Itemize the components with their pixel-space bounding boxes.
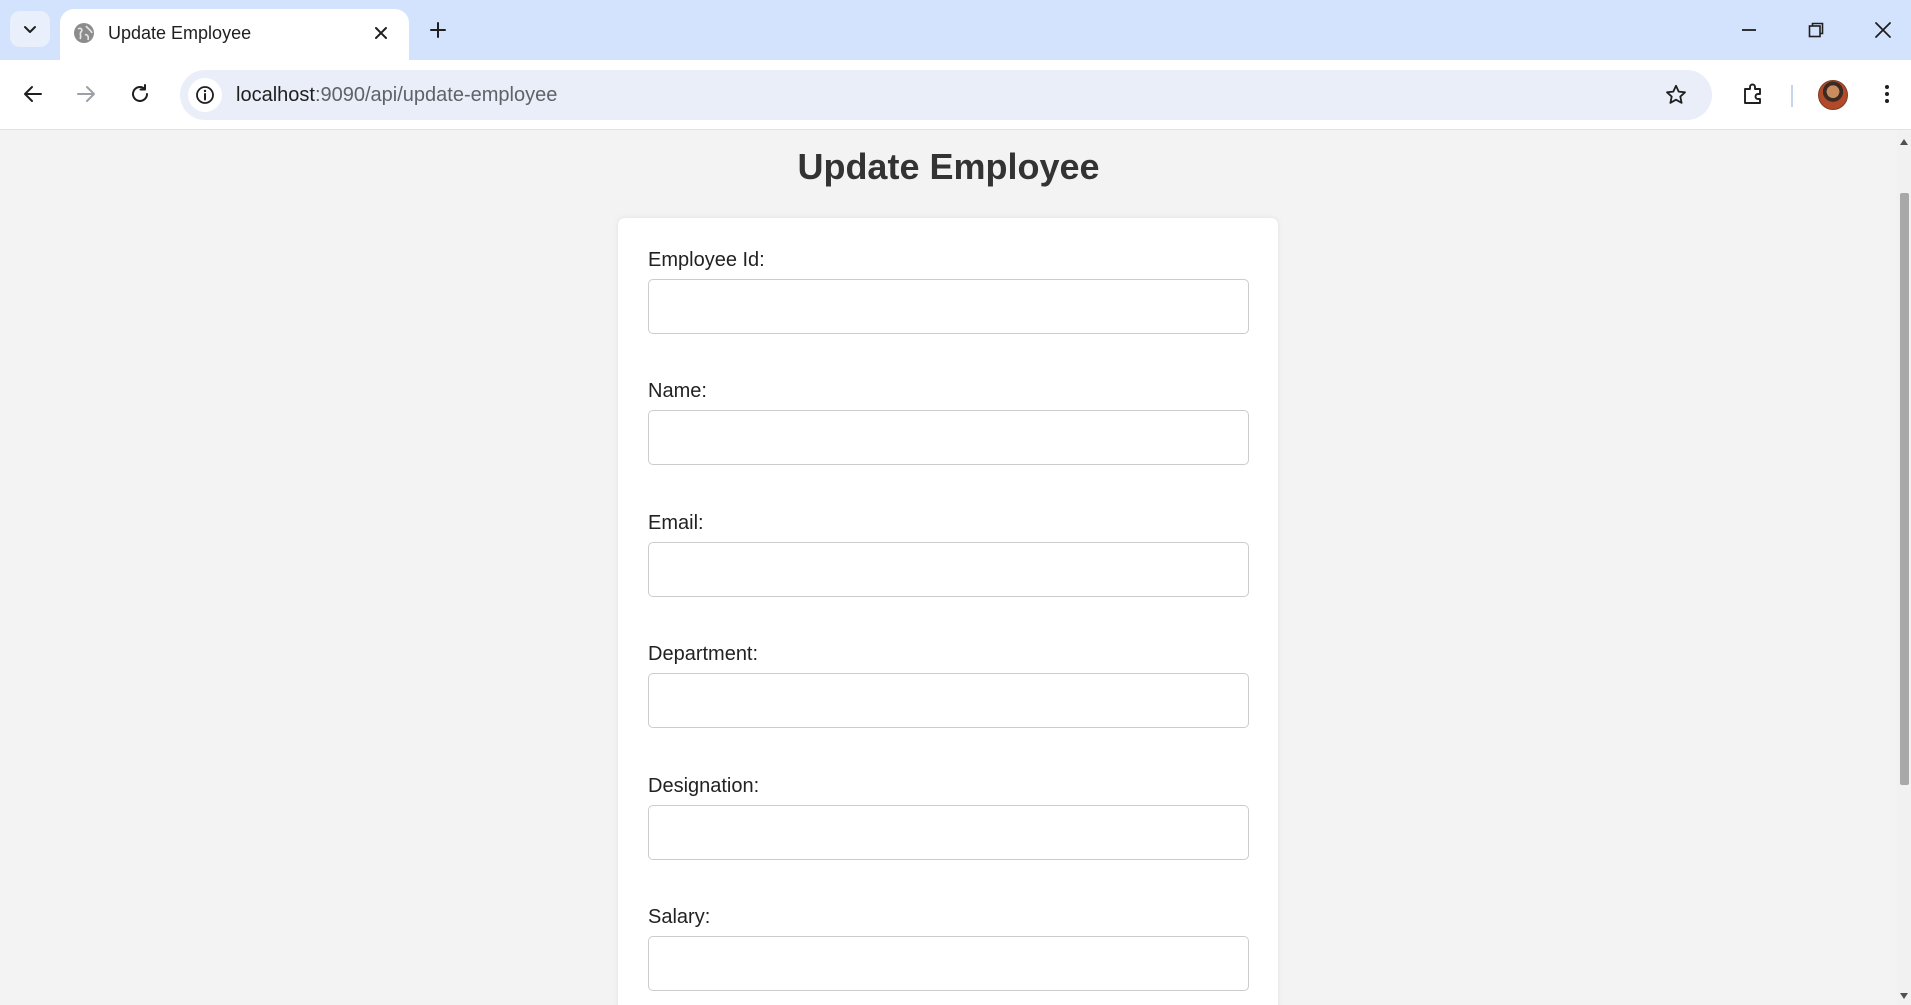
department-input[interactable] <box>648 673 1249 728</box>
email-input[interactable] <box>648 542 1249 597</box>
caret-up-icon <box>1900 139 1908 145</box>
chevron-down-icon <box>24 26 36 33</box>
minimize-icon <box>1742 29 1756 31</box>
close-window-button[interactable] <box>1855 8 1911 52</box>
more-vert-icon <box>1885 85 1889 103</box>
new-tab-button[interactable] <box>420 12 456 48</box>
browser-menu-button[interactable] <box>1867 74 1907 114</box>
salary-label: Salary: <box>648 906 711 928</box>
site-info-button[interactable] <box>188 78 222 112</box>
scrollbar-thumb[interactable] <box>1900 193 1909 785</box>
url-text[interactable]: localhost:9090/api/update-employee <box>236 83 557 107</box>
page-viewport: Update Employee Employee Id: Name: Email… <box>0 131 1897 1005</box>
arrow-left-icon <box>24 86 42 102</box>
page-scrollbar[interactable] <box>1897 131 1911 1005</box>
bookmark-button[interactable] <box>1662 81 1690 109</box>
employee-id-input[interactable] <box>648 279 1249 334</box>
page-title: Update Employee <box>797 146 1100 187</box>
email-label: Email: <box>648 512 704 534</box>
tab-title: Update Employee <box>108 23 252 43</box>
address-bar[interactable]: localhost:9090/api/update-employee <box>180 70 1712 120</box>
url-path: :9090/api/update-employee <box>314 84 558 106</box>
forward-button[interactable] <box>66 74 106 114</box>
scroll-down-arrow[interactable] <box>1899 991 1909 1001</box>
url-host: localhost <box>236 84 315 106</box>
reload-button[interactable] <box>120 74 160 114</box>
plus-icon <box>430 22 446 38</box>
update-employee-form: Employee Id: Name: Email: Department: De… <box>618 218 1278 1005</box>
puzzle-icon <box>1744 83 1761 104</box>
designation-label: Designation: <box>648 775 760 797</box>
back-button[interactable] <box>13 74 53 114</box>
info-icon <box>196 86 214 104</box>
tab-close-button[interactable] <box>367 19 395 47</box>
designation-input[interactable] <box>648 805 1249 860</box>
browser-tab-active[interactable]: Update Employee <box>60 9 409 60</box>
restore-button[interactable] <box>1788 8 1844 52</box>
reload-icon <box>132 84 148 102</box>
toolbar-separator <box>1791 85 1793 107</box>
close-icon <box>1875 22 1891 38</box>
star-icon <box>1666 84 1686 104</box>
department-label: Department: <box>648 643 759 665</box>
restore-icon <box>1808 22 1824 38</box>
browser-toolbar: localhost:9090/api/update-employee <box>0 60 1911 130</box>
close-icon <box>375 27 387 39</box>
scroll-up-arrow[interactable] <box>1899 137 1909 147</box>
tab-search-button[interactable] <box>10 11 50 47</box>
browser-tabstrip: Update Employee <box>0 0 1911 60</box>
name-label: Name: <box>648 380 707 402</box>
minimize-button[interactable] <box>1721 8 1777 52</box>
extensions-button[interactable] <box>1733 74 1773 114</box>
salary-input[interactable] <box>648 936 1249 991</box>
profile-avatar[interactable] <box>1818 80 1848 110</box>
employee-id-label: Employee Id: <box>648 249 765 271</box>
globe-icon <box>74 23 94 43</box>
arrow-right-icon <box>77 86 95 102</box>
name-input[interactable] <box>648 410 1249 465</box>
caret-down-icon <box>1900 993 1908 999</box>
